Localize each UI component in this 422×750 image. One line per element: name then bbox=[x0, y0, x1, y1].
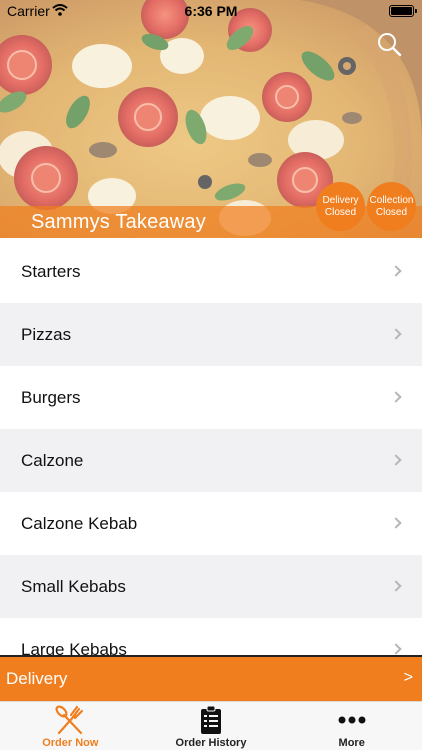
menu-item-burgers[interactable]: Burgers bbox=[0, 366, 422, 429]
store-name: Sammys Takeaway bbox=[31, 211, 206, 233]
menu-item-starters[interactable]: Starters bbox=[0, 240, 422, 303]
chevron-right-icon bbox=[390, 264, 402, 277]
clipboard-list-icon bbox=[201, 705, 221, 734]
menu-item-label: Calzone bbox=[21, 450, 84, 470]
menu-item-large-kebabs[interactable]: Large Kebabs bbox=[0, 618, 422, 656]
menu-item-label: Small Kebabs bbox=[21, 576, 126, 596]
tab-label: Order History bbox=[175, 737, 247, 749]
menu-item-label: Pizzas bbox=[21, 324, 72, 344]
menu-category-list: Starters Pizzas Burgers Calzone Calzone … bbox=[0, 240, 422, 656]
menu-item-label: Calzone Kebab bbox=[21, 513, 138, 533]
chevron-right-icon bbox=[390, 327, 402, 340]
tab-bar: Order Now Order History More bbox=[0, 701, 422, 750]
chevron-right-icon bbox=[390, 390, 402, 403]
chevron-right-icon bbox=[390, 642, 402, 655]
menu-item-label: Large Kebabs bbox=[21, 639, 127, 657]
delivery-status-badge[interactable]: Delivery Closed bbox=[316, 182, 365, 231]
delivery-status-title: Delivery bbox=[322, 194, 359, 206]
collection-status-title: Collection bbox=[369, 194, 414, 206]
menu-item-pizzas[interactable]: Pizzas bbox=[0, 303, 422, 366]
search-icon[interactable] bbox=[376, 31, 402, 57]
collection-status-value: Closed bbox=[375, 206, 408, 218]
order-mode-label: Delivery bbox=[6, 669, 68, 688]
more-dots-icon bbox=[338, 716, 366, 724]
tab-label: More bbox=[338, 737, 365, 749]
menu-item-label: Burgers bbox=[21, 387, 81, 407]
tab-order-now[interactable]: Order Now bbox=[0, 702, 141, 750]
clock-time: 6:36 PM bbox=[184, 3, 238, 19]
chevron-right-icon: > bbox=[403, 669, 413, 686]
menu-item-calzone-kebab[interactable]: Calzone Kebab bbox=[0, 492, 422, 555]
order-mode-bar[interactable]: Delivery > bbox=[0, 655, 422, 701]
status-bar: Carrier 6:36 PM bbox=[0, 0, 422, 22]
app-screen: Carrier 6:36 PM Sammys Takeaway Delivery… bbox=[0, 0, 422, 750]
collection-status-badge[interactable]: Collection Closed bbox=[367, 182, 416, 231]
battery-icon bbox=[389, 5, 417, 17]
tab-order-history[interactable]: Order History bbox=[141, 702, 282, 750]
chevron-right-icon bbox=[390, 516, 402, 529]
menu-item-small-kebabs[interactable]: Small Kebabs bbox=[0, 555, 422, 618]
tab-label: Order Now bbox=[42, 737, 99, 749]
chevron-right-icon bbox=[390, 579, 402, 592]
menu-item-label: Starters bbox=[21, 261, 81, 281]
fork-knife-icon bbox=[55, 705, 84, 735]
menu-item-calzone[interactable]: Calzone bbox=[0, 429, 422, 492]
chevron-right-icon bbox=[390, 453, 402, 466]
tab-more[interactable]: More bbox=[281, 702, 422, 750]
delivery-status-value: Closed bbox=[324, 206, 357, 218]
